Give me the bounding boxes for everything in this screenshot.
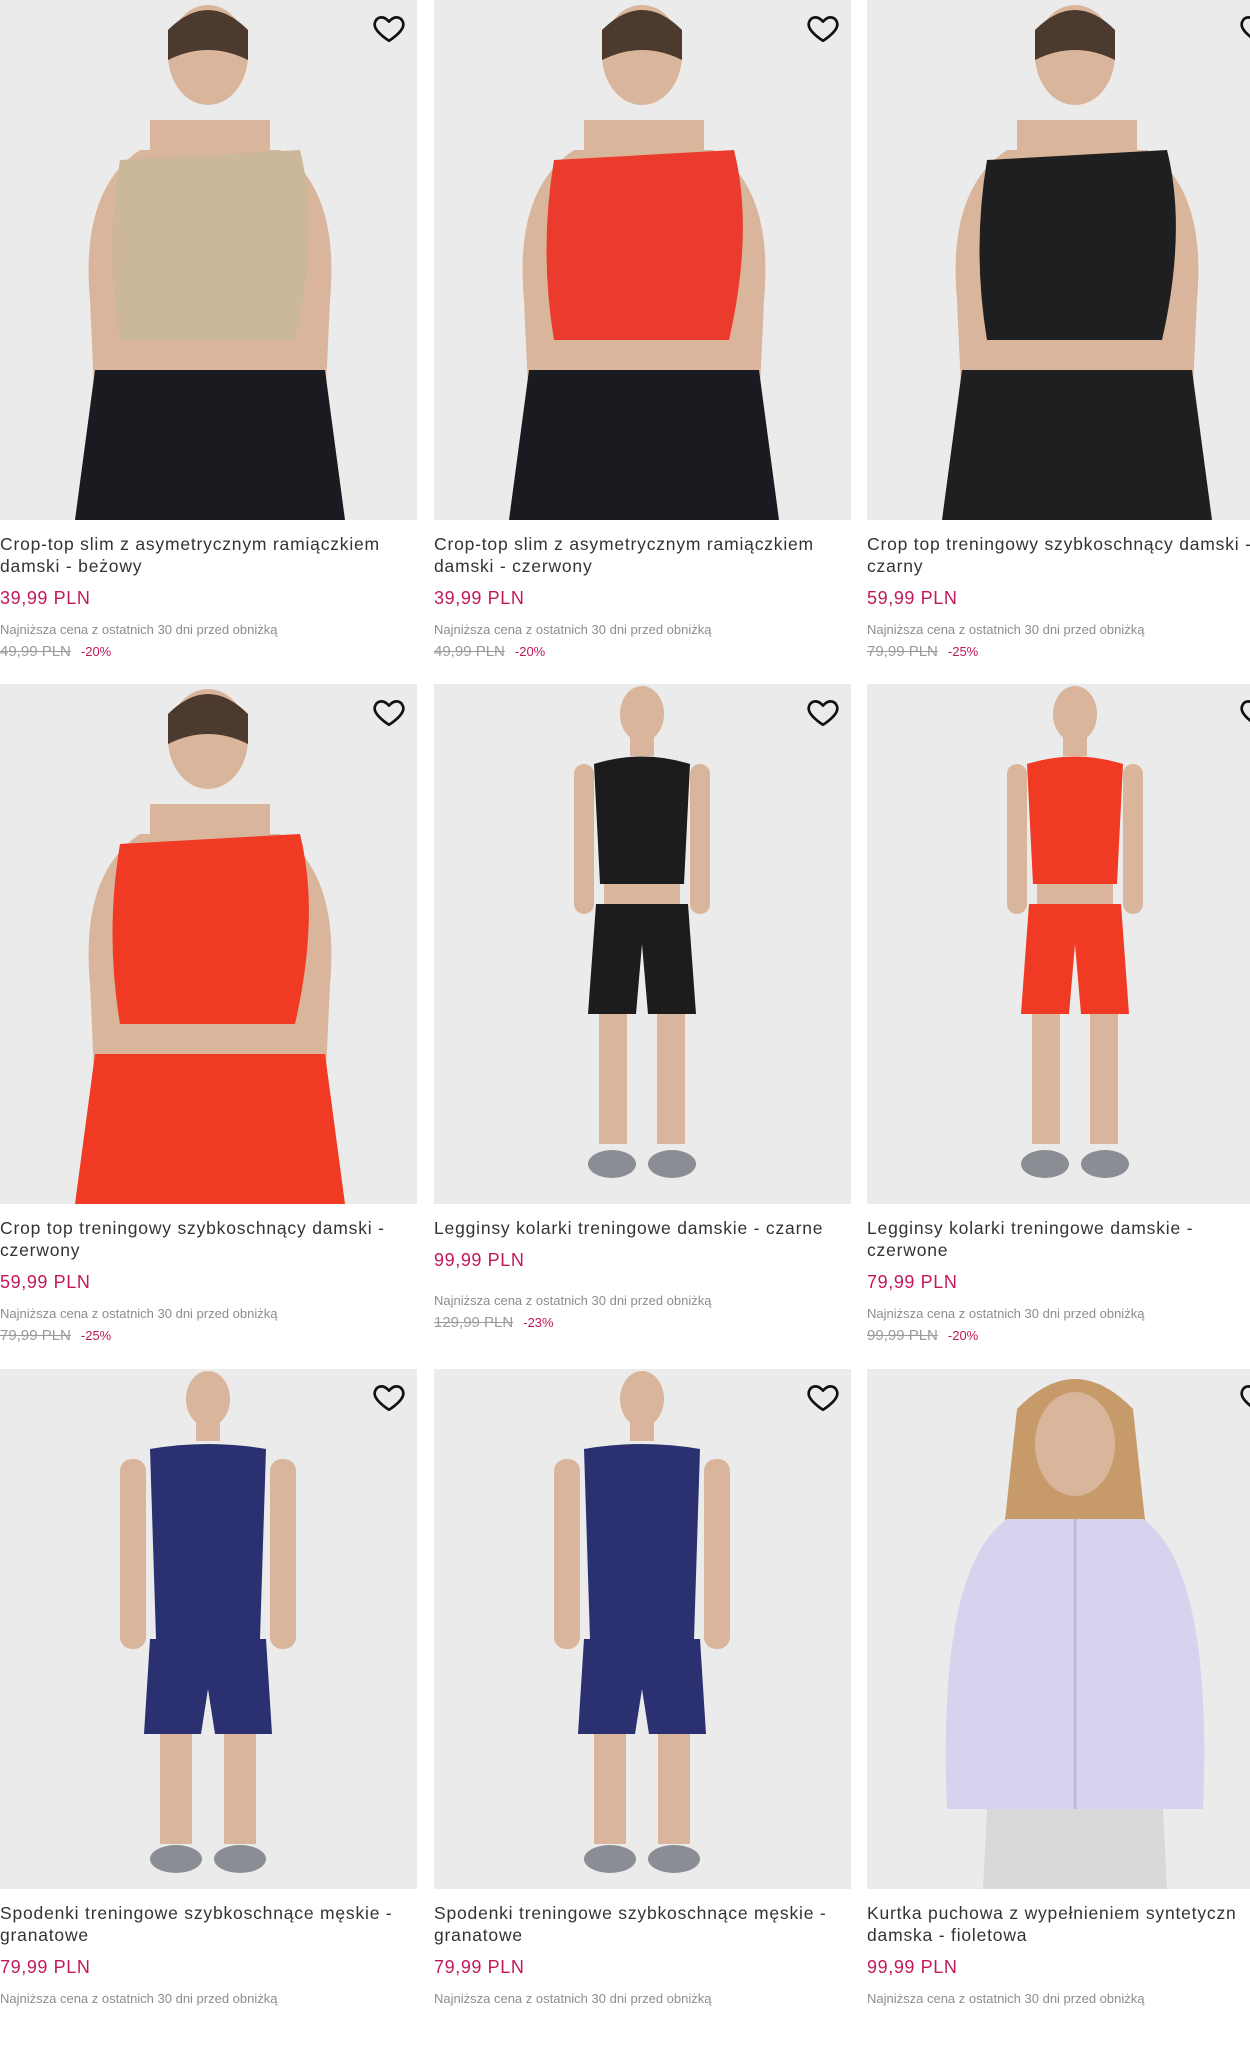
product-price: 79,99 PLN bbox=[434, 1957, 525, 1977]
product-image[interactable] bbox=[0, 1369, 417, 1889]
wishlist-heart-icon[interactable] bbox=[369, 692, 409, 732]
old-price: 79,99 PLN bbox=[0, 1327, 71, 1344]
product-price: 59,99 PLN bbox=[0, 1272, 91, 1292]
product-photo bbox=[434, 684, 851, 1204]
product-name[interactable]: Kurtka puchowa z wypełnieniem syntetyczn… bbox=[867, 1902, 1250, 1946]
wishlist-heart-icon[interactable] bbox=[1236, 692, 1250, 732]
discount-badge: -25% bbox=[947, 644, 979, 659]
wishlist-heart-icon[interactable] bbox=[803, 1377, 843, 1417]
discount-badge: -23% bbox=[523, 1315, 554, 1330]
product-name[interactable]: Legginsy kolarki treningowe damskie - cz… bbox=[434, 1217, 844, 1239]
product-card[interactable]: Legginsy kolarki treningowe damskie - cz… bbox=[867, 684, 1250, 1368]
product-card[interactable]: Crop-top slim z asymetrycznym ramiączkie… bbox=[0, 0, 417, 684]
product-photo bbox=[0, 1369, 417, 1889]
wishlist-heart-icon[interactable] bbox=[369, 1377, 409, 1417]
lowest-price-label: Najniższa cena z ostatnich 30 dni przed … bbox=[434, 622, 712, 637]
old-price: 79,99 PLN bbox=[867, 643, 938, 660]
lowest-price-label: Najniższa cena z ostatnich 30 dni przed … bbox=[434, 1991, 712, 2006]
discount-badge: -20% bbox=[80, 644, 112, 659]
lowest-price-label: Najniższa cena z ostatnich 30 dni przed … bbox=[867, 1306, 1145, 1321]
old-price: 49,99 PLN bbox=[0, 643, 71, 660]
product-image[interactable] bbox=[0, 0, 417, 520]
old-price: 99,99 PLN bbox=[867, 1327, 938, 1344]
product-name[interactable]: Crop top treningowy szybkoschnący damski… bbox=[0, 1217, 410, 1261]
product-price: 99,99 PLN bbox=[434, 1250, 525, 1270]
product-image[interactable] bbox=[0, 684, 417, 1204]
product-image[interactable] bbox=[867, 0, 1250, 520]
product-price: 39,99 PLN bbox=[0, 588, 91, 608]
discount-badge: -25% bbox=[80, 1328, 112, 1343]
product-name[interactable]: Crop-top slim z asymetrycznym ramiączkie… bbox=[0, 533, 410, 577]
product-photo bbox=[434, 0, 851, 520]
product-price: 79,99 PLN bbox=[0, 1957, 91, 1977]
wishlist-heart-icon[interactable] bbox=[1236, 8, 1250, 48]
product-image[interactable] bbox=[434, 0, 851, 520]
product-price: 59,99 PLN bbox=[867, 588, 958, 608]
product-price: 39,99 PLN bbox=[434, 588, 525, 608]
old-price-row: 99,99 PLN -20% bbox=[867, 1327, 978, 1344]
product-card[interactable]: Crop-top slim z asymetrycznym ramiączkie… bbox=[434, 0, 851, 684]
product-name[interactable]: Crop top treningowy szybkoschnący damski… bbox=[867, 533, 1250, 577]
product-price: 99,99 PLN bbox=[867, 1957, 958, 1977]
product-name[interactable]: Spodenki treningowe szybkoschnące męskie… bbox=[0, 1902, 410, 1946]
discount-badge: -20% bbox=[514, 644, 546, 659]
wishlist-heart-icon[interactable] bbox=[1236, 1377, 1250, 1417]
product-photo bbox=[0, 684, 417, 1204]
product-grid: Crop-top slim z asymetrycznym ramiączkie… bbox=[0, 0, 1250, 2014]
product-card[interactable]: Crop top treningowy szybkoschnący damski… bbox=[0, 684, 417, 1368]
product-image[interactable] bbox=[867, 1369, 1250, 1889]
product-image[interactable] bbox=[434, 684, 851, 1204]
product-photo bbox=[434, 1369, 851, 1889]
old-price-row: 79,99 PLN -25% bbox=[867, 643, 978, 660]
old-price-row: 79,99 PLN -25% bbox=[0, 1327, 111, 1344]
old-price: 129,99 PLN bbox=[434, 1314, 514, 1331]
lowest-price-label: Najniższa cena z ostatnich 30 dni przed … bbox=[0, 622, 278, 637]
product-card[interactable]: Crop top treningowy szybkoschnący damski… bbox=[867, 0, 1250, 684]
product-image[interactable] bbox=[867, 684, 1250, 1204]
lowest-price-label: Najniższa cena z ostatnich 30 dni przed … bbox=[434, 1293, 712, 1308]
old-price-row: 49,99 PLN -20% bbox=[434, 643, 545, 660]
product-image[interactable] bbox=[434, 1369, 851, 1889]
product-photo bbox=[867, 684, 1250, 1204]
product-card[interactable]: Kurtka puchowa z wypełnieniem syntetyczn… bbox=[867, 1369, 1250, 2053]
wishlist-heart-icon[interactable] bbox=[369, 8, 409, 48]
old-price-row: 129,99 PLN -23% bbox=[434, 1314, 554, 1331]
product-card[interactable]: Spodenki treningowe szybkoschnące męskie… bbox=[434, 1369, 851, 2053]
product-name[interactable]: Spodenki treningowe szybkoschnące męskie… bbox=[434, 1902, 844, 1946]
product-card[interactable]: Legginsy kolarki treningowe damskie - cz… bbox=[434, 684, 851, 1368]
old-price: 49,99 PLN bbox=[434, 643, 505, 660]
product-name[interactable]: Crop-top slim z asymetrycznym ramiączkie… bbox=[434, 533, 844, 577]
wishlist-heart-icon[interactable] bbox=[803, 692, 843, 732]
wishlist-heart-icon[interactable] bbox=[803, 8, 843, 48]
lowest-price-label: Najniższa cena z ostatnich 30 dni przed … bbox=[867, 622, 1145, 637]
product-card[interactable]: Spodenki treningowe szybkoschnące męskie… bbox=[0, 1369, 417, 2053]
product-photo bbox=[0, 0, 417, 520]
product-name[interactable]: Legginsy kolarki treningowe damskie - cz… bbox=[867, 1217, 1250, 1261]
product-photo bbox=[867, 0, 1250, 520]
lowest-price-label: Najniższa cena z ostatnich 30 dni przed … bbox=[867, 1991, 1145, 2006]
discount-badge: -20% bbox=[947, 1328, 979, 1343]
lowest-price-label: Najniższa cena z ostatnich 30 dni przed … bbox=[0, 1306, 278, 1321]
old-price-row: 49,99 PLN -20% bbox=[0, 643, 111, 660]
lowest-price-label: Najniższa cena z ostatnich 30 dni przed … bbox=[0, 1991, 278, 2006]
product-price: 79,99 PLN bbox=[867, 1272, 958, 1292]
product-photo bbox=[867, 1369, 1250, 1889]
